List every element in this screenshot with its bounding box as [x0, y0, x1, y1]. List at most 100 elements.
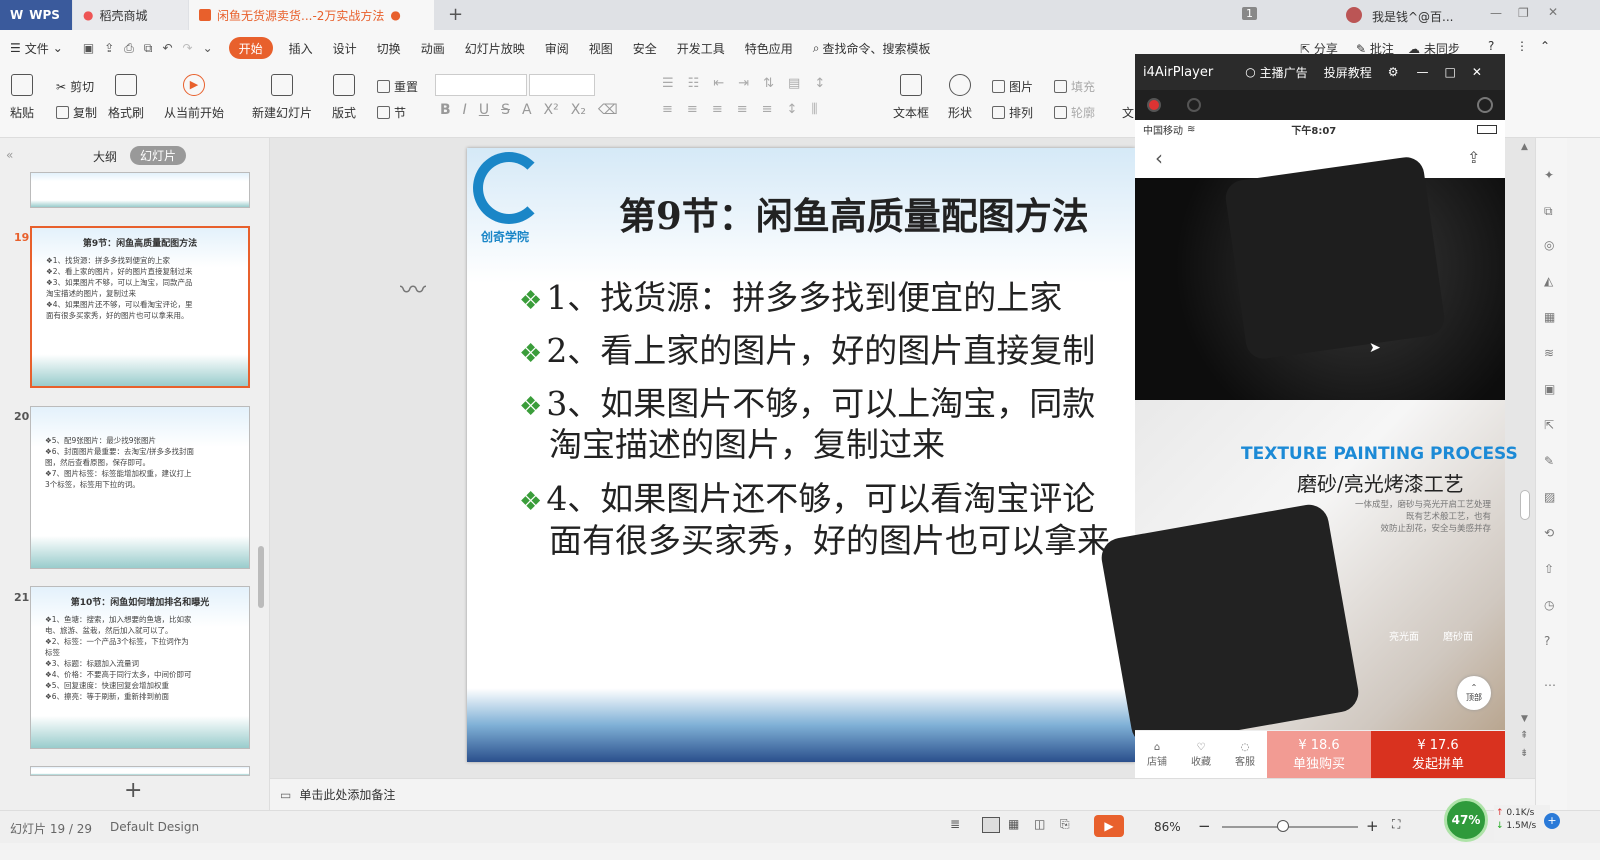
superscript-icon[interactable]: X²: [544, 102, 559, 118]
tutorial-link[interactable]: 投屏教程: [1324, 64, 1372, 81]
more-side-icon[interactable]: ⋯: [1544, 678, 1556, 692]
text-direction-icon[interactable]: ⇅: [763, 76, 774, 91]
underline-icon[interactable]: U: [479, 102, 489, 118]
shapes-icon[interactable]: ◎: [1544, 238, 1554, 252]
line-spacing-icon[interactable]: ↕: [814, 76, 825, 91]
tab-wps[interactable]: W WPS: [0, 0, 72, 30]
reading-view-icon[interactable]: ◫: [1034, 817, 1045, 831]
maximize-icon[interactable]: □: [1444, 65, 1455, 79]
history-icon[interactable]: ◷: [1544, 598, 1554, 612]
print-icon[interactable]: ⎙: [124, 41, 134, 56]
settings-icon[interactable]: ⚙: [1388, 65, 1399, 79]
layout-button[interactable]: 版式: [332, 74, 356, 121]
outline-button[interactable]: 轮廓: [1054, 104, 1095, 121]
menu-transition[interactable]: 切换: [367, 37, 411, 59]
notes-bar[interactable]: ▭ 单击此处添加备注: [270, 778, 1535, 810]
outdent-icon[interactable]: ⇤: [713, 76, 724, 91]
back-icon[interactable]: ‹: [1155, 146, 1163, 170]
bullets-icon[interactable]: ☰: [662, 76, 674, 91]
store-button[interactable]: ⌂ 店铺: [1135, 731, 1179, 778]
align-text-icon[interactable]: ▤: [788, 76, 800, 91]
menu-review[interactable]: 审阅: [535, 37, 579, 59]
edit-icon[interactable]: ✎: [1544, 454, 1554, 468]
menu-start[interactable]: 开始: [228, 37, 273, 59]
editor-scrollbar[interactable]: [1520, 490, 1530, 520]
shape-button[interactable]: 形状: [948, 74, 972, 121]
format-painter-button[interactable]: 格式刷: [108, 74, 144, 121]
favorite-button[interactable]: ♡ 收藏: [1179, 731, 1223, 778]
slide-thumbnail-21[interactable]: 第10节：闲鱼如何增加排名和曝光 ❖1、鱼塘：搜索，加入想要的鱼塘，比如家 电、…: [30, 586, 250, 749]
paste-button[interactable]: 粘贴: [10, 74, 34, 121]
upload-icon[interactable]: ⇧: [1544, 562, 1554, 576]
picture-side-icon[interactable]: ▨: [1544, 490, 1555, 504]
indent-icon[interactable]: ⇥: [738, 76, 749, 91]
maximize-icon[interactable]: ❐: [1518, 6, 1529, 20]
zoom-slider-handle[interactable]: [1277, 820, 1290, 832]
picture-button[interactable]: 图片: [992, 78, 1033, 95]
spacing-icon[interactable]: ↕: [787, 102, 798, 117]
file-menu[interactable]: ☰ 文件 ⌄: [0, 37, 73, 59]
window-close-icon[interactable]: ✕: [1548, 5, 1558, 19]
normal-view-icon[interactable]: [982, 817, 1000, 833]
zoom-out-icon[interactable]: −: [1198, 817, 1211, 835]
new-tab-icon[interactable]: +: [448, 4, 463, 25]
presenter-view-icon[interactable]: ⎘: [1060, 817, 1070, 832]
close-icon[interactable]: ●: [390, 8, 400, 22]
slide-thumbnail-20[interactable]: ❖5、配9张图片：最少找9张图片 ❖6、封面图片最重要：去淘宝/拼多多找封面 图…: [30, 406, 250, 569]
record-icon[interactable]: [1147, 98, 1161, 112]
justify-icon[interactable]: ≡: [737, 102, 748, 117]
font-family-select[interactable]: [435, 74, 527, 96]
zoom-level[interactable]: 86%: [1154, 820, 1181, 834]
undo-icon[interactable]: ↶: [162, 41, 172, 55]
italic-icon[interactable]: I: [463, 102, 467, 118]
zoom-slider-track[interactable]: [1222, 826, 1358, 828]
help-side-icon[interactable]: ?: [1544, 634, 1550, 648]
screen-icon[interactable]: [1477, 97, 1493, 113]
subscript-icon[interactable]: X₂: [571, 102, 586, 118]
menu-insert[interactable]: 插入: [279, 37, 323, 59]
zoom-in-icon[interactable]: +: [1366, 817, 1379, 835]
object-icon[interactable]: ⧉: [1544, 204, 1553, 219]
scroll-up-icon[interactable]: ▲: [1521, 142, 1528, 152]
fill-button[interactable]: 填充: [1054, 78, 1095, 95]
slideshow-button[interactable]: ▶: [1094, 815, 1124, 837]
menu-animation[interactable]: 动画: [411, 37, 455, 59]
slide-thumbnail-22[interactable]: [30, 766, 250, 776]
redo-icon[interactable]: ↷: [183, 41, 193, 55]
tab-daoke[interactable]: ● 稻壳商城: [73, 0, 188, 30]
align-left-icon[interactable]: ≡: [662, 102, 673, 117]
cut-button[interactable]: ✂ 剪切: [56, 78, 94, 95]
collapse-panel-icon[interactable]: «: [6, 148, 13, 162]
more-icon[interactable]: ⌄: [203, 41, 213, 55]
share-icon[interactable]: ⇪: [1467, 148, 1480, 167]
slide[interactable]: 创奇学院 第9节：闲鱼高质量配图方法 〰 ❖1、找货源：拼多多找到便宜的上家 ❖…: [467, 148, 1135, 762]
next-page-icon[interactable]: ⇟: [1520, 748, 1528, 759]
text-more-button[interactable]: 文: [1122, 104, 1134, 121]
plus-badge-icon[interactable]: +: [1544, 813, 1560, 829]
slide-thumbnail-19[interactable]: 第9节：闲鱼高质量配图方法 ❖1、找货源：拼多多找到便宜的上家 ❖2、看上家的图…: [30, 226, 250, 388]
save-icon[interactable]: ▣: [83, 41, 94, 55]
single-buy-button[interactable]: ¥ 18.6 单独购买: [1267, 731, 1371, 778]
fit-icon[interactable]: ⛶: [1392, 817, 1400, 832]
copy-button[interactable]: 复制: [56, 104, 97, 121]
menu-developer[interactable]: 开发工具: [667, 37, 735, 59]
section-button[interactable]: 节: [377, 104, 406, 121]
menu-security[interactable]: 安全: [623, 37, 667, 59]
menu-slideshow[interactable]: 幻灯片放映: [455, 37, 535, 59]
share-side-icon[interactable]: ⇱: [1544, 418, 1554, 432]
font-size-select[interactable]: [529, 74, 595, 96]
panel-scrollbar[interactable]: [258, 546, 264, 608]
grid-icon[interactable]: ▦: [1544, 310, 1555, 324]
eraser-icon[interactable]: ⌫: [598, 102, 618, 118]
export-icon[interactable]: ⇪: [104, 41, 114, 55]
avatar[interactable]: [1346, 7, 1362, 23]
add-slide-icon[interactable]: +: [124, 778, 142, 803]
user-name[interactable]: 我是钱^@百...: [1372, 8, 1454, 25]
tab-outline[interactable]: 大纲: [93, 148, 117, 165]
minimize-icon[interactable]: —: [1490, 6, 1502, 20]
kebab-icon[interactable]: ⋮: [1516, 39, 1528, 53]
sliders-icon[interactable]: ≋: [1544, 346, 1554, 360]
align-right-icon[interactable]: ≡: [712, 102, 723, 117]
distribute-icon[interactable]: ≡: [762, 102, 773, 117]
strikethrough-icon[interactable]: S: [501, 102, 510, 118]
